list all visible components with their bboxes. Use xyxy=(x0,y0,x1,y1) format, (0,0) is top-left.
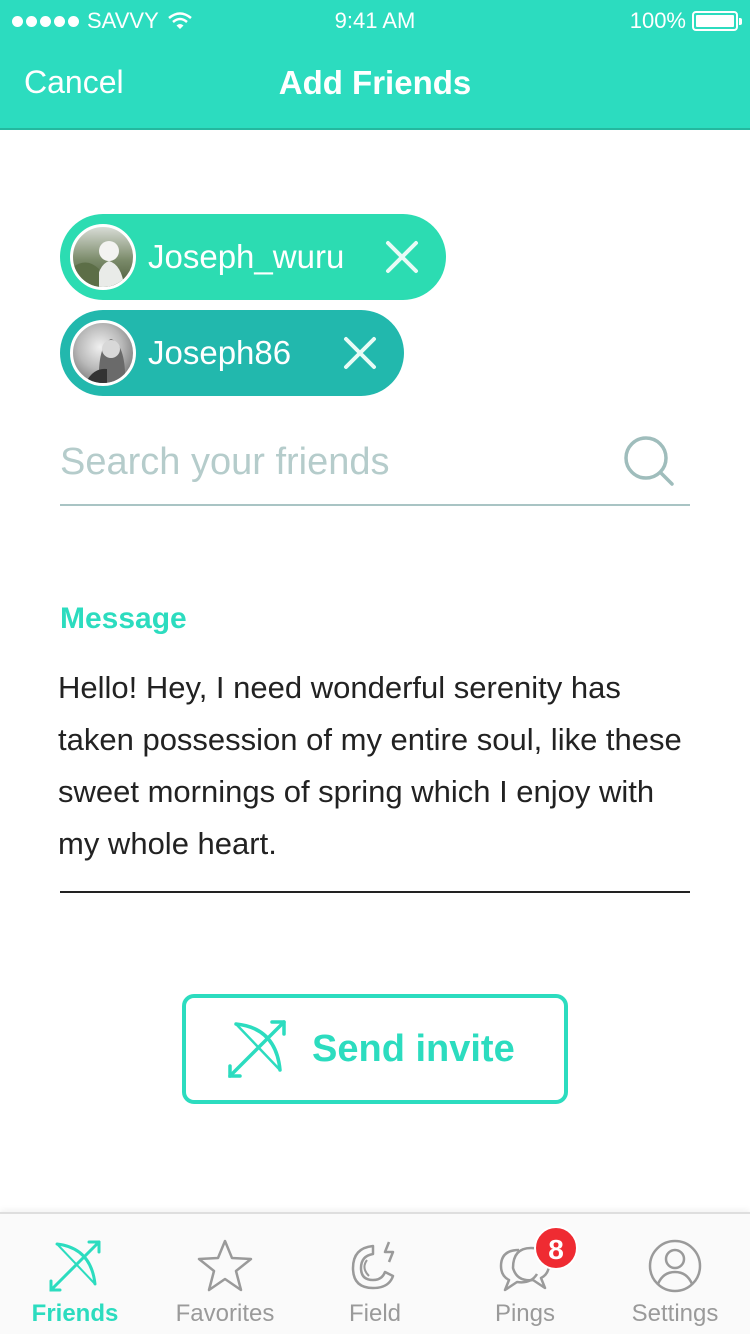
battery-icon xyxy=(692,11,742,31)
tab-label: Settings xyxy=(631,1300,719,1327)
message-underline xyxy=(60,891,690,893)
message-field[interactable]: Hello! Hey, I need wonderful serenity ha… xyxy=(58,662,698,870)
send-invite-label: Send invite xyxy=(312,1027,515,1070)
tab-pings[interactable]: 8 Pings xyxy=(450,1214,600,1334)
battery-percent: 100% xyxy=(629,8,686,33)
avatar xyxy=(70,320,136,386)
user-icon xyxy=(648,1239,702,1293)
close-icon[interactable] xyxy=(382,237,422,277)
friend-chip-name: Joseph_wuru xyxy=(148,238,345,275)
notification-badge: 8 xyxy=(534,1226,578,1270)
close-icon[interactable] xyxy=(340,333,380,373)
friend-chip: Joseph_wuru xyxy=(60,214,446,300)
tab-label: Field xyxy=(348,1300,402,1327)
header: SAVVY 9:41 AM 100% Cancel Add Friends xyxy=(0,0,750,130)
friend-chip-name: Joseph86 xyxy=(148,334,292,371)
tab-label: Pings xyxy=(494,1300,556,1327)
bow-arrow-icon xyxy=(49,1240,101,1292)
tab-label: Friends xyxy=(31,1300,119,1327)
page-title: Add Friends xyxy=(278,64,472,101)
status-bar: SAVVY 9:41 AM 100% xyxy=(0,0,750,40)
friend-chip: Joseph86 xyxy=(60,310,404,396)
star-icon xyxy=(197,1239,253,1292)
magnet-icon xyxy=(351,1241,395,1290)
tab-label: Favorites xyxy=(175,1300,275,1327)
search-icon[interactable] xyxy=(622,434,678,490)
tab-favorites[interactable]: Favorites xyxy=(150,1214,300,1334)
tab-field[interactable]: Field xyxy=(300,1214,450,1334)
tab-friends[interactable]: Friends xyxy=(0,1214,150,1334)
search-bar xyxy=(60,432,690,506)
message-label: Message xyxy=(60,602,187,635)
tab-bar: Friends Favorites Field 8 Pings Settings xyxy=(0,1212,750,1334)
avatar xyxy=(70,224,136,290)
send-invite-button[interactable]: Send invite xyxy=(182,994,568,1104)
add-friends-screen: SAVVY 9:41 AM 100% Cancel Add Friends Jo… xyxy=(0,0,750,1334)
tab-settings[interactable]: Settings xyxy=(600,1214,750,1334)
bow-arrow-icon xyxy=(228,1020,286,1078)
search-input[interactable] xyxy=(60,432,620,492)
